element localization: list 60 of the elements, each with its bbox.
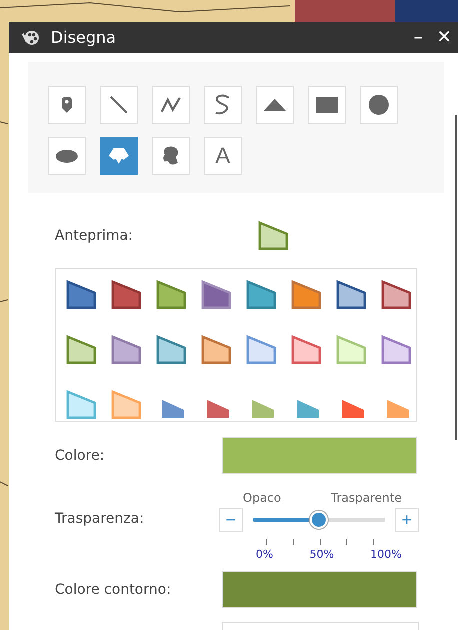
- line-tool-button[interactable]: [100, 86, 138, 124]
- ellipse-icon: [56, 150, 78, 162]
- outline-color-picker[interactable]: [222, 571, 417, 608]
- tick-mark: [373, 539, 374, 545]
- symbol-swatch[interactable]: [156, 335, 187, 365]
- symbol-swatch[interactable]: [336, 335, 367, 365]
- symbol-swatch[interactable]: [291, 280, 322, 310]
- blob-icon: [162, 146, 180, 166]
- fill-color-label: Colore:: [55, 448, 106, 464]
- polygon-icon: [109, 148, 129, 164]
- polygon-tool-button[interactable]: [100, 137, 138, 175]
- freehand-line-tool-button[interactable]: [204, 86, 242, 124]
- symbol-swatch[interactable]: [246, 335, 277, 365]
- tick-mark: [346, 539, 348, 545]
- symbol-swatch[interactable]: [111, 280, 142, 310]
- tick-label: 0%: [256, 548, 274, 561]
- outline-color-label: Colore contorno:: [55, 582, 172, 598]
- increase-button[interactable]: +: [395, 508, 419, 532]
- symbol-swatch[interactable]: [201, 280, 232, 310]
- tick-mark: [266, 539, 267, 545]
- symbol-swatch[interactable]: [111, 390, 142, 420]
- polyline-icon: [160, 96, 182, 114]
- slider-thumb[interactable]: [310, 511, 328, 529]
- close-button[interactable]: ✕: [436, 27, 452, 48]
- point-tool-button[interactable]: [48, 86, 86, 124]
- fill-color-picker[interactable]: [222, 437, 417, 474]
- symbol-swatch[interactable]: [381, 280, 412, 310]
- tick-mark: [292, 539, 294, 545]
- line-icon: [109, 95, 129, 115]
- symbol-swatch[interactable]: [66, 390, 97, 420]
- scrollbar[interactable]: [455, 115, 457, 440]
- minimize-button[interactable]: –: [414, 27, 423, 48]
- slider-caption: Opaco: [243, 491, 282, 505]
- pin-icon: [61, 96, 73, 114]
- triangle-tool-button[interactable]: [256, 86, 294, 124]
- symbol-swatch[interactable]: [336, 280, 367, 310]
- slider-caption: Trasparente: [331, 491, 402, 505]
- symbol-swatch[interactable]: [381, 335, 412, 365]
- preview-label: Anteprima:: [55, 228, 134, 244]
- circle-icon: [369, 95, 389, 115]
- polyline-tool-button[interactable]: [152, 86, 190, 124]
- circle-tool-button[interactable]: [360, 86, 398, 124]
- symbol-swatch[interactable]: [201, 335, 232, 365]
- symbol-swatch[interactable]: [246, 280, 277, 310]
- decrease-button[interactable]: −: [219, 508, 243, 532]
- ellipse-tool-button[interactable]: [48, 137, 86, 175]
- text-tool-button[interactable]: A: [204, 137, 242, 175]
- symbol-swatch[interactable]: [111, 335, 142, 365]
- window-title: Disegna: [51, 28, 118, 47]
- triangle-icon: [264, 99, 286, 111]
- symbol-swatch[interactable]: [156, 280, 187, 310]
- transparency-label: Trasparenza:: [55, 511, 146, 527]
- symbol-swatch[interactable]: [66, 280, 97, 310]
- symbol-swatch[interactable]: [291, 335, 322, 365]
- rectangle-tool-button[interactable]: [308, 86, 346, 124]
- symbol-swatch[interactable]: [66, 335, 97, 365]
- rectangle-icon: [316, 97, 338, 113]
- tick-label: 50%: [310, 548, 334, 561]
- freehand-polygon-tool-button[interactable]: [152, 137, 190, 175]
- tick-label: 100%: [370, 548, 402, 561]
